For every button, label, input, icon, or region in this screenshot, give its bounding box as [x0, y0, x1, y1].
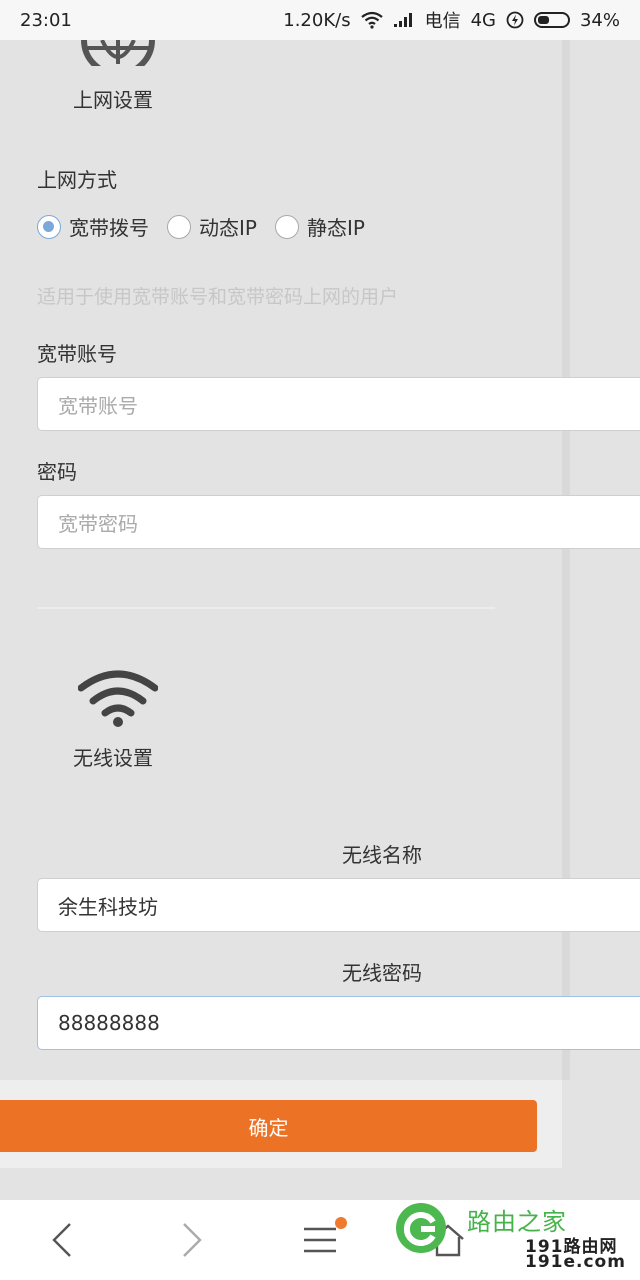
battery-icon	[533, 12, 570, 28]
broadband-password-input[interactable]: 宽带密码	[37, 495, 640, 549]
network-type: 4G	[470, 9, 496, 31]
chevron-left-icon	[52, 1223, 71, 1257]
wireless-section-title: 无线设置	[73, 746, 153, 770]
connection-mode-hint: 适用于使用宽带账号和宽带密码上网的用户	[37, 286, 399, 308]
radio-static-ip-label: 静态IP	[306, 216, 365, 240]
radio-pppoe[interactable]: 宽带拨号	[37, 212, 149, 241]
wireless-password-label: 无线密码	[342, 961, 422, 985]
menu-icon	[304, 1227, 336, 1253]
status-indicators: 1.20K/s 电信 4G 34%	[283, 7, 620, 33]
status-bar: 23:01 1.20K/s 电信 4G 34%	[0, 0, 640, 40]
globe-icon	[81, 40, 155, 66]
wifi-signal-icon	[360, 11, 383, 29]
internet-section-title: 上网设置	[73, 88, 153, 112]
status-time: 23:01	[20, 9, 72, 31]
broadband-account-input[interactable]: 宽带账号	[37, 377, 640, 431]
radio-static-ip-dot[interactable]	[274, 214, 299, 239]
carrier-name: 电信	[424, 11, 461, 32]
wireless-password-input[interactable]: 88888888	[37, 996, 640, 1050]
chevron-right-icon	[183, 1223, 202, 1257]
radio-dynamic-ip-dot[interactable]	[167, 214, 191, 239]
radio-dynamic-ip[interactable]: 动态IP	[167, 212, 257, 241]
network-speed: 1.20K/s	[283, 9, 351, 31]
charging-icon	[506, 11, 524, 29]
wireless-name-input[interactable]: 余生科技坊	[37, 878, 640, 932]
watermark-logo-icon	[396, 1203, 446, 1253]
connection-mode-group: 宽带拨号 动态IP 静态IP	[37, 212, 383, 241]
watermark-url-line2: 191e.com	[525, 1252, 626, 1272]
radio-dynamic-ip-label: 动态IP	[199, 216, 257, 240]
forward-button[interactable]	[170, 1218, 214, 1262]
radio-pppoe-label: 宽带拨号	[69, 216, 149, 240]
connection-mode-label: 上网方式	[37, 168, 117, 192]
broadband-account-label: 宽带账号	[37, 342, 117, 366]
wireless-name-label: 无线名称	[342, 843, 422, 867]
wifi-icon	[78, 670, 158, 727]
back-button[interactable]	[40, 1218, 84, 1262]
radio-static-ip[interactable]: 静态IP	[274, 212, 365, 241]
cell-signal-icon	[393, 13, 412, 27]
radio-pppoe-dot[interactable]	[37, 214, 61, 239]
watermark: 路由之家 191路由网 191e.com	[395, 1200, 640, 1280]
battery-percent: 34%	[579, 9, 620, 31]
broadband-password-label: 密码	[37, 460, 77, 484]
section-divider	[37, 607, 495, 609]
menu-notification-badge	[335, 1217, 347, 1229]
confirm-button[interactable]: 确定	[0, 1100, 537, 1152]
